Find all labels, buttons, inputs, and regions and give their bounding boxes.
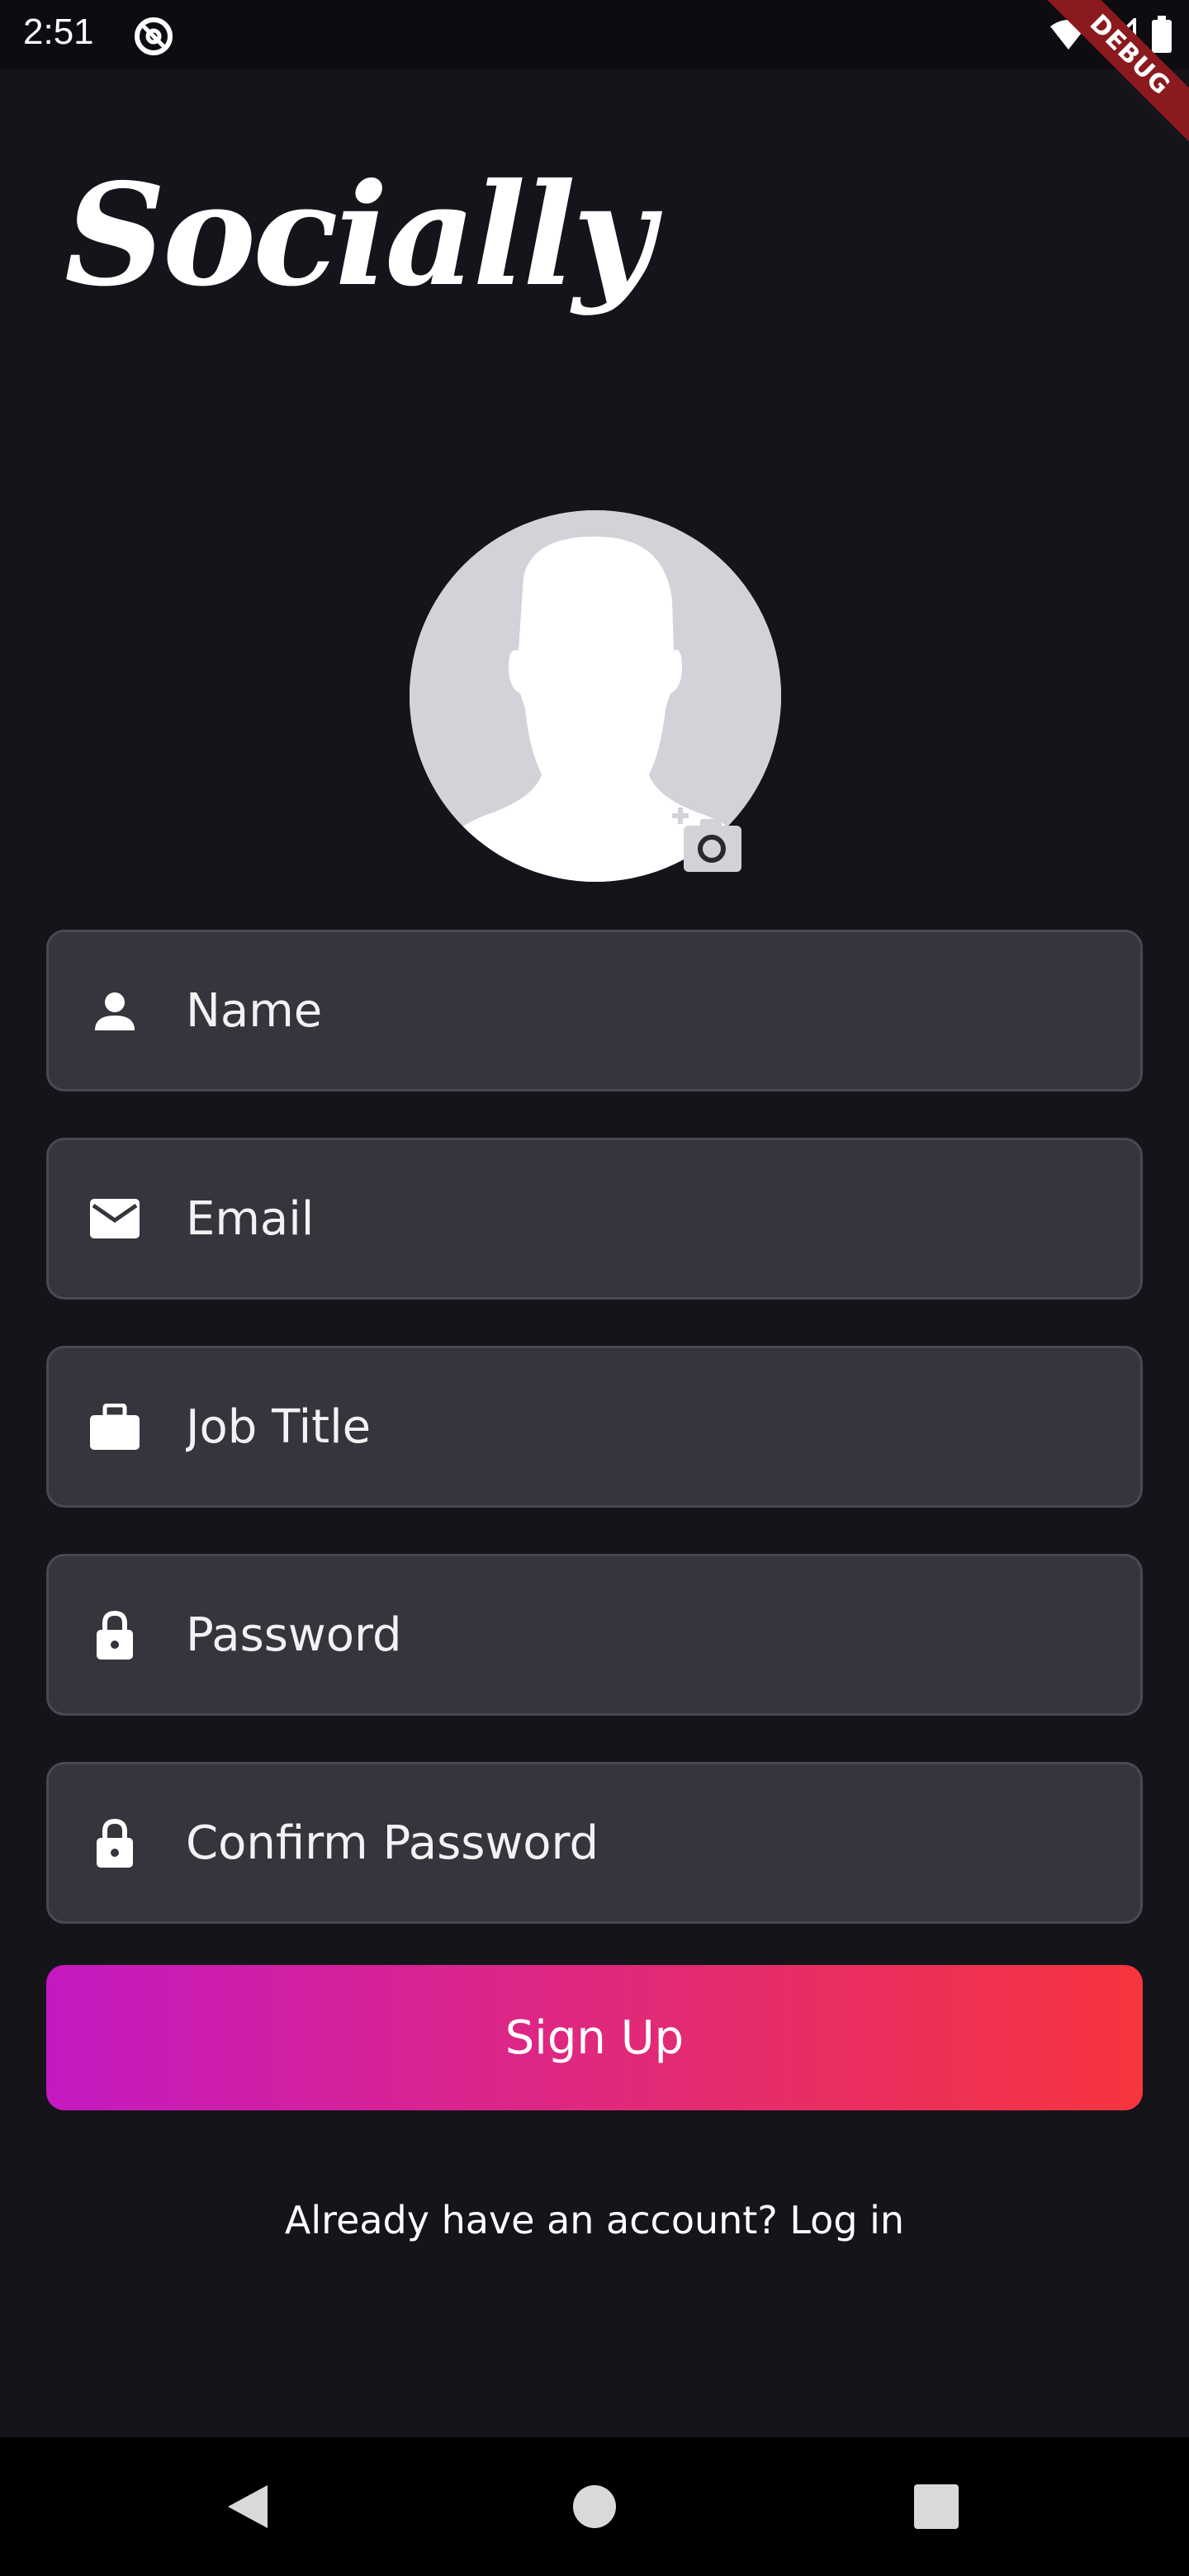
avatar-picker[interactable] — [410, 510, 781, 882]
lock-icon — [90, 1610, 140, 1660]
app-logo: Socially — [64, 153, 654, 318]
job-title-input[interactable] — [186, 1348, 1140, 1505]
debug-banner: DEBUG — [1007, 0, 1189, 182]
lock-icon — [90, 1818, 140, 1868]
login-link[interactable]: Already have an account? Log in — [0, 2198, 1189, 2242]
debug-banner-label: DEBUG — [1028, 0, 1189, 157]
confirm-password-field[interactable] — [46, 1762, 1143, 1924]
recents-icon[interactable] — [854, 2437, 1019, 2576]
job-title-field[interactable] — [46, 1346, 1143, 1508]
name-input[interactable] — [186, 932, 1140, 1089]
email-input[interactable] — [186, 1140, 1140, 1297]
confirm-password-input[interactable] — [186, 1764, 1140, 1921]
status-time: 2:51 — [23, 12, 94, 52]
home-icon[interactable] — [512, 2437, 677, 2576]
name-field[interactable] — [46, 930, 1143, 1091]
system-nav-bar — [0, 2437, 1189, 2576]
sign-up-button[interactable]: Sign Up — [46, 1965, 1143, 2110]
at-sign-icon — [132, 15, 175, 58]
password-input[interactable] — [186, 1556, 1140, 1713]
person-icon — [90, 986, 140, 1035]
signup-screen: 2:51 DEBUG Socially Name Email Job Title… — [0, 0, 1189, 2576]
briefcase-icon — [90, 1402, 140, 1451]
add-photo-camera-icon[interactable] — [672, 806, 743, 877]
back-icon[interactable] — [165, 2437, 330, 2576]
password-field[interactable] — [46, 1554, 1143, 1716]
email-field[interactable] — [46, 1138, 1143, 1300]
mail-icon — [90, 1194, 140, 1243]
